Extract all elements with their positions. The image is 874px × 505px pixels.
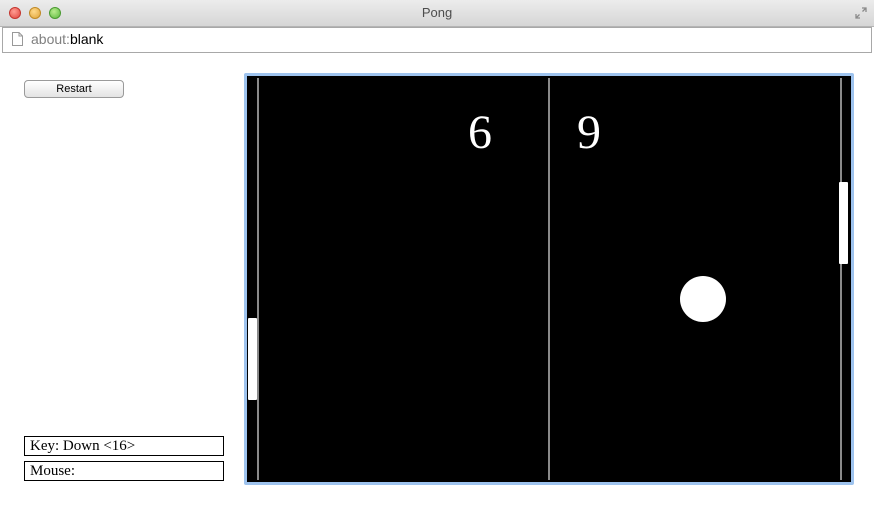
center-line: [548, 78, 550, 480]
mouse-status: Mouse:: [24, 461, 224, 481]
window-title: Pong: [421, 5, 453, 20]
key-status: Key: Down <16>: [24, 436, 224, 456]
page-icon: [12, 32, 23, 46]
fullscreen-icon[interactable]: [854, 6, 868, 20]
right-goal-line: [840, 78, 842, 480]
address-bar[interactable]: about:blank: [2, 27, 872, 53]
restart-button[interactable]: Restart: [24, 80, 124, 98]
left-paddle: [248, 318, 257, 400]
game-canvas-frame[interactable]: 6 9: [244, 73, 854, 485]
page-content: Restart Key: Down <16> Mouse: 6 9: [0, 53, 874, 505]
browser-window: Pong about:blank Restart Key: Down <16> …: [0, 0, 874, 505]
right-paddle: [839, 182, 848, 264]
url-scheme: about:: [31, 31, 70, 47]
left-score: 6: [468, 106, 492, 159]
pong-court[interactable]: 6 9: [247, 76, 851, 482]
ball: [680, 276, 726, 322]
right-score: 9: [577, 106, 601, 159]
url-path: blank: [69, 31, 104, 47]
url-text[interactable]: about:blank: [31, 31, 103, 47]
left-goal-line: [257, 78, 259, 480]
title-bar: Pong: [0, 0, 874, 27]
